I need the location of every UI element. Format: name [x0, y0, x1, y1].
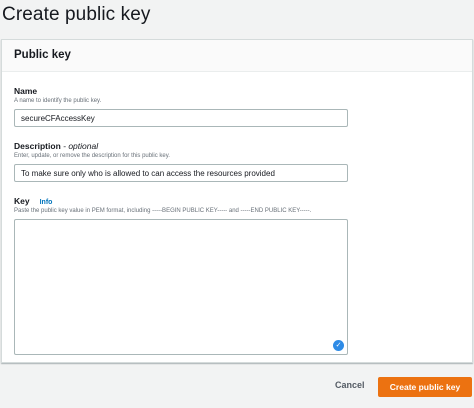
key-textarea[interactable]	[14, 219, 348, 355]
cancel-button[interactable]: Cancel	[329, 378, 371, 392]
key-label: Key Info	[14, 196, 52, 206]
grammarly-check-icon[interactable]: ✓	[333, 340, 344, 351]
name-input[interactable]	[14, 109, 348, 127]
create-public-key-button[interactable]: Create public key	[378, 377, 472, 397]
description-label-text: Description	[14, 141, 61, 151]
panel-header: Public key	[2, 40, 472, 72]
name-label: Name	[14, 86, 38, 96]
description-help-text: Enter, update, or remove the description…	[14, 153, 170, 159]
optional-label: - optional	[63, 141, 99, 151]
key-description: Paste the public key value in PEM format…	[14, 208, 312, 214]
public-key-panel: Public key Name A name to identify the p…	[1, 39, 473, 363]
description-input[interactable]	[14, 164, 348, 182]
description-label: Description - optional	[14, 141, 98, 151]
key-info-link[interactable]: Info	[40, 199, 53, 206]
panel-title: Public key	[14, 49, 71, 61]
key-label-text: Key	[14, 196, 30, 206]
page-title: Create public key	[2, 4, 151, 25]
key-textarea-wrapper: ✓	[14, 219, 348, 355]
name-description: A name to identify the public key.	[14, 98, 102, 104]
